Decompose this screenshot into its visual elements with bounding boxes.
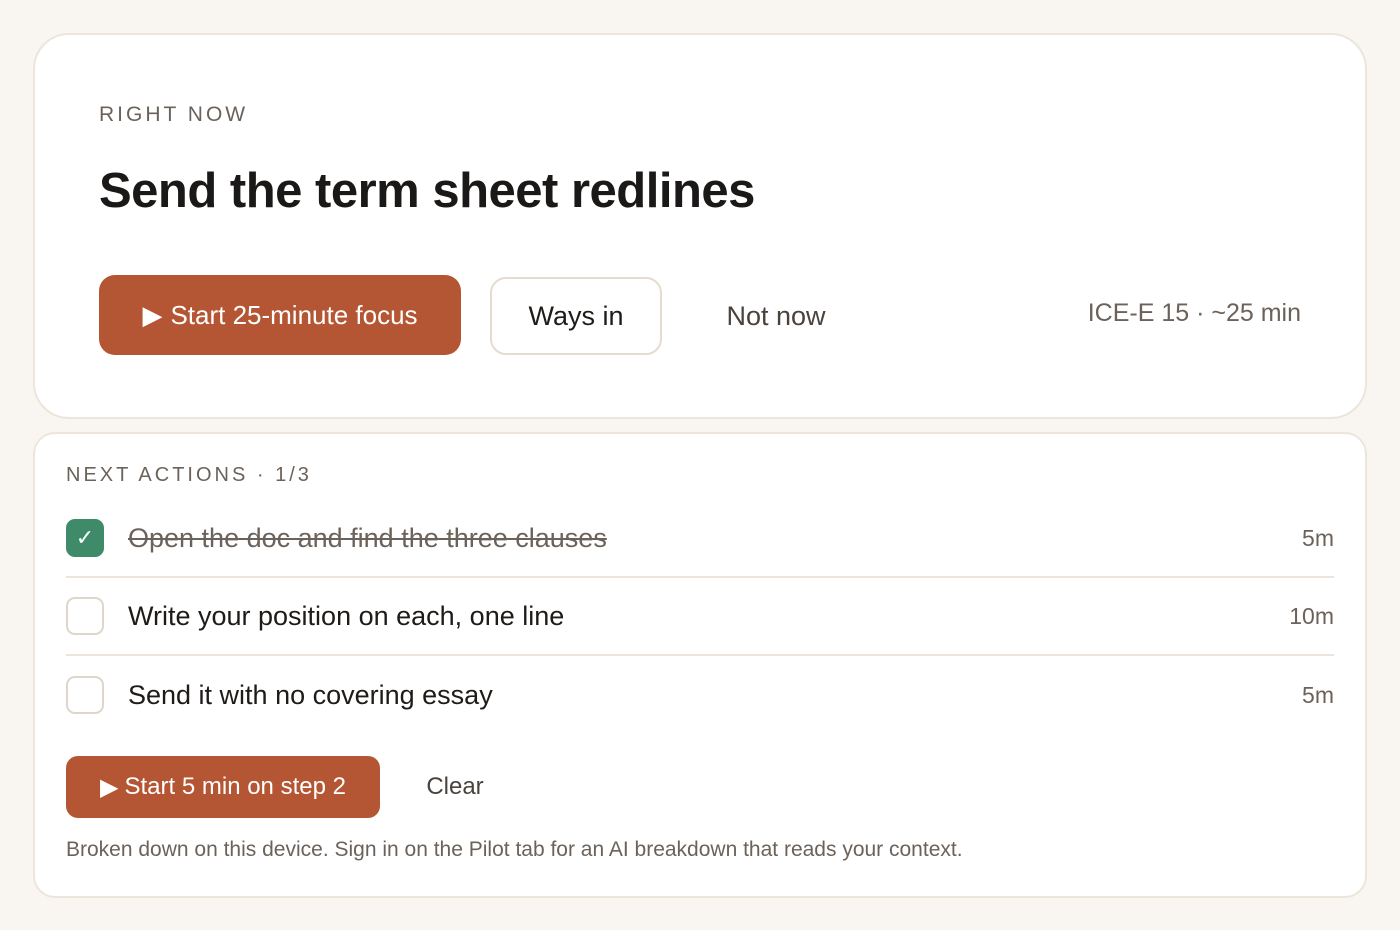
start-focus-button[interactable]: ▶ Start 25-minute focus — [99, 275, 461, 355]
check-icon: ✓ — [75, 525, 95, 550]
not-now-button[interactable]: Not now — [697, 277, 855, 355]
action-text: Send it with no covering essay — [128, 679, 493, 710]
focus-card: RIGHT NOW Send the term sheet redlines ▶… — [33, 33, 1367, 419]
ways-in-button[interactable]: Ways in — [490, 277, 662, 355]
action-checkbox[interactable]: ✓ — [66, 519, 104, 557]
next-actions-label: NEXT ACTIONS · 1/3 — [66, 464, 312, 486]
task-score-estimate: ICE-E 15 · ~25 min — [1087, 299, 1301, 327]
action-checkbox[interactable] — [66, 676, 104, 714]
action-duration: 10m — [1289, 602, 1334, 629]
breakdown-footnote: Broken down on this device. Sign in on t… — [66, 838, 963, 861]
action-list: ✓ Open the doc and find the three clause… — [66, 500, 1334, 734]
play-icon: ▶ — [100, 773, 119, 801]
action-text: Open the doc and find the three clauses — [128, 522, 607, 553]
action-text: Write your position on each, one line — [128, 600, 565, 631]
current-task-title: Send the term sheet redlines — [99, 164, 755, 218]
action-item: Send it with no covering essay 5m — [66, 656, 1334, 734]
start-step-label: Start 5 min on step 2 — [124, 773, 346, 800]
action-checkbox[interactable] — [66, 597, 104, 635]
next-actions-card: NEXT ACTIONS · 1/3 ✓ Open the doc and fi… — [33, 432, 1367, 898]
action-item: ✓ Open the doc and find the three clause… — [66, 500, 1334, 578]
action-duration: 5m — [1302, 681, 1334, 708]
action-duration: 5m — [1302, 524, 1334, 551]
clear-button[interactable]: Clear — [409, 764, 501, 810]
action-item: Write your position on each, one line 10… — [66, 578, 1334, 656]
start-step-button[interactable]: ▶ Start 5 min on step 2 — [66, 756, 380, 818]
play-icon: ▶ — [142, 299, 163, 330]
start-focus-label: Start 25-minute focus — [170, 299, 418, 330]
focus-eyebrow: RIGHT NOW — [99, 103, 249, 126]
